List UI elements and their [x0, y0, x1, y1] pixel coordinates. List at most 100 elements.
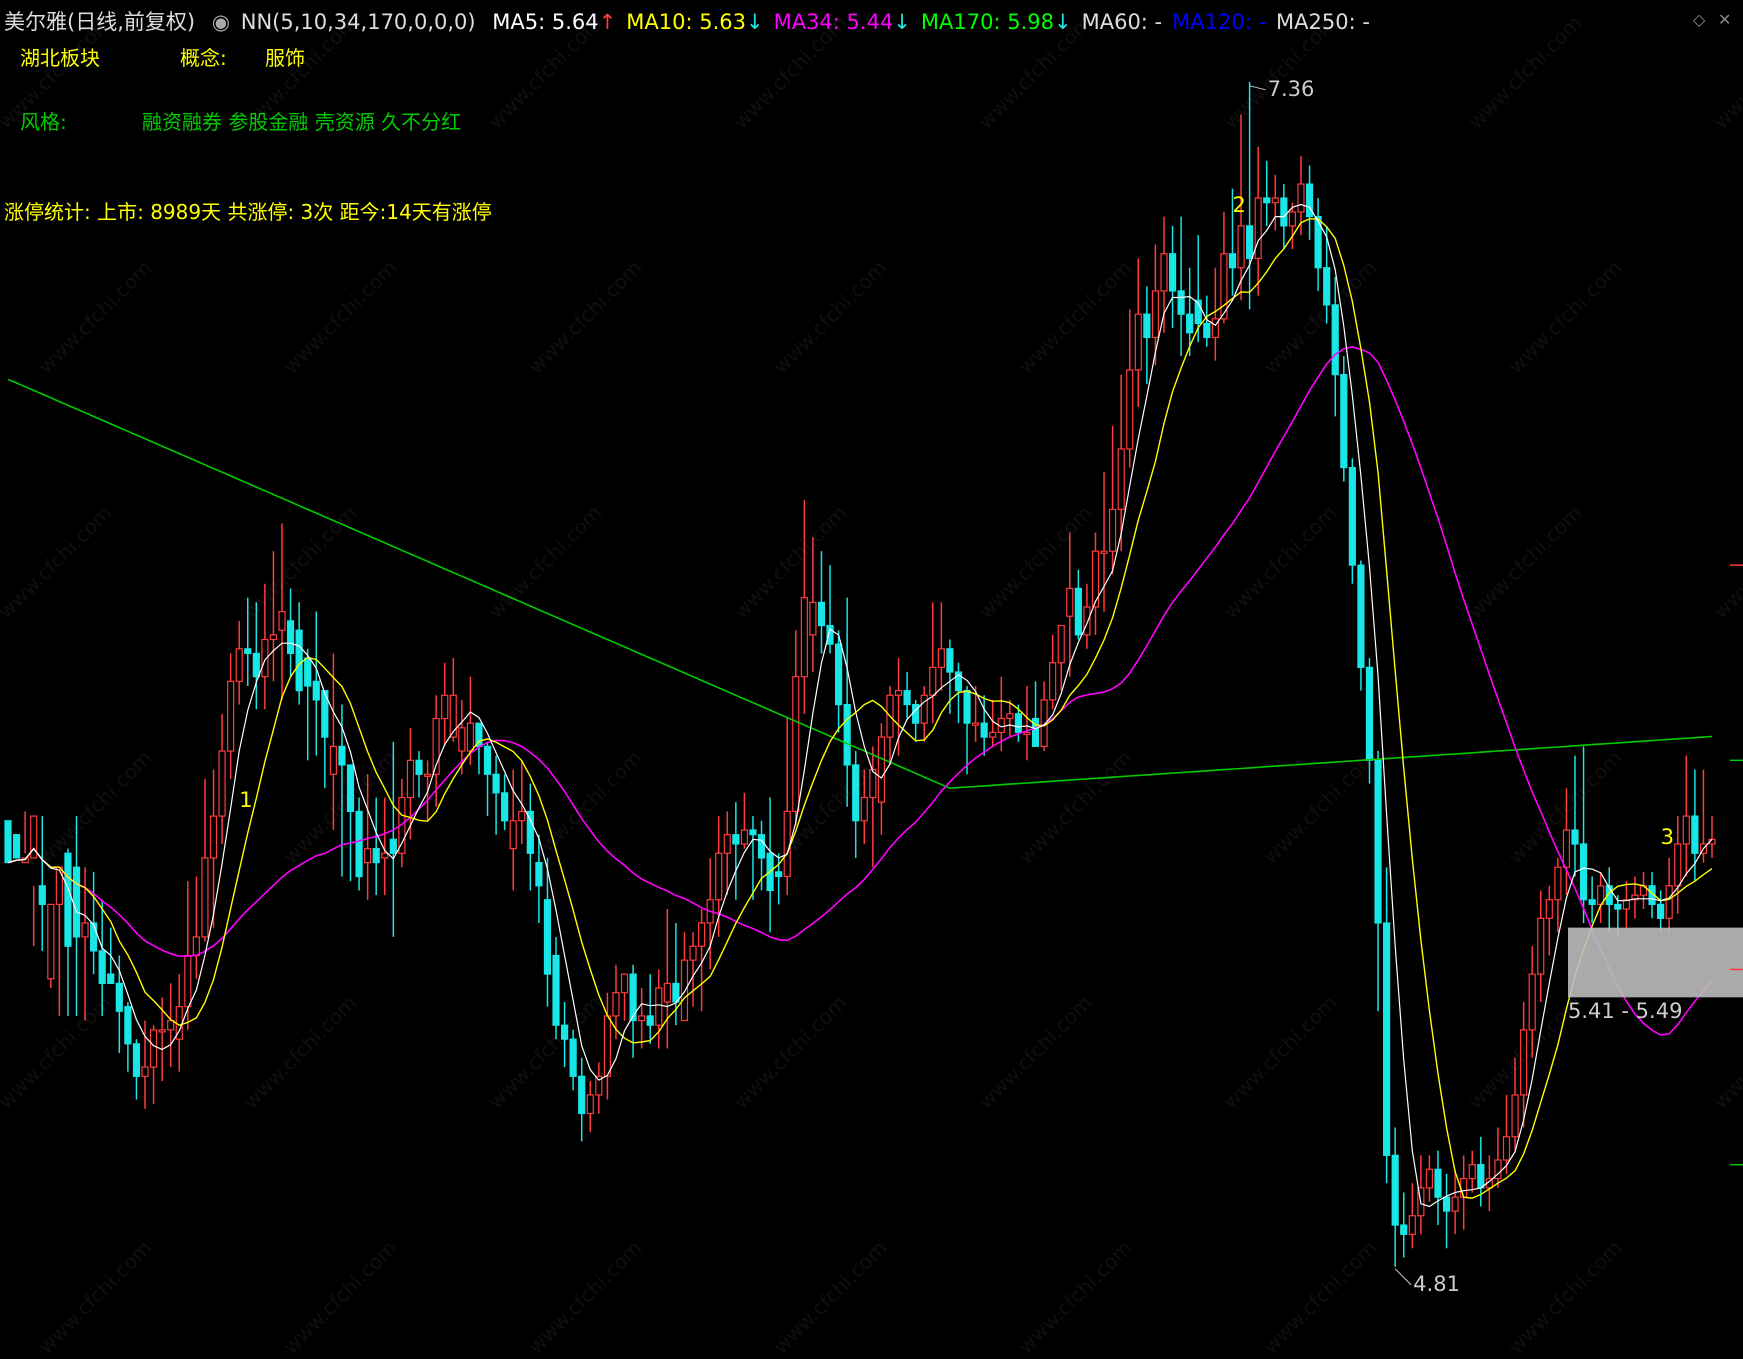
candle-body	[149, 1029, 158, 1068]
candle-body	[1228, 253, 1237, 269]
candle-body	[1434, 1168, 1442, 1198]
candle-body	[218, 750, 226, 817]
candle-body	[1511, 1094, 1519, 1138]
candle-body	[1023, 731, 1031, 736]
candle-body	[792, 676, 800, 813]
candle-body	[441, 694, 449, 720]
candle-body	[304, 657, 312, 687]
candle-body	[518, 810, 526, 822]
candle-body	[1237, 225, 1245, 269]
candle-body	[894, 690, 903, 696]
candle-body	[1254, 197, 1262, 260]
candle-body	[1177, 290, 1185, 315]
candle-body	[381, 852, 389, 859]
candle-body	[1691, 815, 1699, 854]
candle-body	[552, 954, 560, 1026]
candle-body	[90, 922, 98, 952]
candle-body	[295, 629, 303, 692]
candle-body	[1365, 666, 1374, 761]
ma-item: MA60: -	[1081, 10, 1163, 34]
candle-body	[1160, 253, 1168, 292]
concept-label: 概念:	[180, 46, 227, 70]
header-bar: 美尔雅(日线,前复权) ◉ NN(5,10,34,170,0,0,0) MA5:…	[4, 6, 1390, 36]
candle-body	[655, 987, 663, 1026]
candle-body	[124, 1006, 132, 1045]
candle-body	[1682, 815, 1690, 845]
candle-body	[1408, 1215, 1416, 1235]
candle-body	[269, 634, 278, 641]
candle-body	[1126, 369, 1134, 450]
candle-body	[1562, 829, 1571, 868]
candle-body	[1383, 922, 1391, 1156]
candle-body	[1186, 313, 1194, 334]
candle-body	[603, 1015, 611, 1077]
candle-body	[158, 1029, 166, 1033]
candle-body	[501, 792, 509, 822]
candle-body	[1674, 843, 1682, 887]
candle-body	[184, 954, 192, 1008]
candle-body	[586, 1094, 594, 1115]
candle-body	[663, 982, 671, 1003]
style-value: 融资融券 参股金融 壳资源 久不分红	[142, 110, 462, 134]
candle-body	[989, 731, 997, 738]
ma-arrow-icon: ↓	[893, 10, 911, 34]
candle-body	[235, 648, 243, 682]
candle-body	[1554, 866, 1562, 901]
candle-body	[312, 680, 320, 701]
candle-body	[800, 597, 808, 678]
candle-body	[355, 810, 363, 878]
candle-body	[389, 838, 397, 854]
ma-values: MA5: 5.64↑ MA10: 5.63↓ MA34: 5.44↓ MA170: 5…	[492, 10, 1380, 34]
candle-body	[458, 727, 466, 752]
candle-body	[980, 722, 988, 738]
candle-body	[483, 745, 492, 775]
indicator-icon[interactable]: ◉	[212, 10, 230, 34]
candle-body	[963, 690, 971, 724]
candle-body	[1614, 903, 1622, 910]
candle-body	[98, 950, 106, 984]
close-icon[interactable]: ✕	[1718, 10, 1731, 29]
candle-body	[244, 648, 252, 655]
candle-body	[732, 834, 740, 845]
candle-body	[680, 959, 689, 1022]
candle-body	[1117, 448, 1125, 510]
candle-body	[1665, 885, 1673, 919]
candle-body	[209, 815, 218, 859]
candle-body	[946, 648, 954, 673]
candle-body	[38, 885, 46, 905]
candle-body	[286, 620, 295, 655]
marker-label: 3	[1661, 825, 1674, 849]
candle-body	[920, 694, 928, 724]
candle-body	[1049, 662, 1057, 701]
candle-body	[492, 773, 500, 794]
candle-body	[1571, 829, 1579, 845]
candle-body	[115, 982, 123, 1012]
candle-body	[1477, 1164, 1485, 1189]
candle-body	[12, 834, 21, 859]
candle-body	[1246, 225, 1254, 260]
candle-body	[1460, 1177, 1468, 1198]
candle-body	[1579, 843, 1588, 901]
candle-body	[1134, 313, 1142, 371]
candle-body	[192, 936, 200, 957]
candle-body	[809, 601, 817, 636]
candle-body	[1280, 197, 1288, 227]
candle-body	[903, 690, 911, 706]
candle-body	[1391, 1154, 1399, 1226]
candle-body	[55, 866, 63, 905]
candle-body	[47, 903, 55, 980]
candle-body	[543, 899, 552, 975]
candle-body	[834, 643, 843, 706]
candle-body	[338, 745, 346, 766]
candle-body	[406, 759, 415, 799]
ma-arrow-icon: ↓	[745, 10, 764, 34]
candle-body	[826, 624, 834, 645]
diamond-icon[interactable]: ◇	[1693, 10, 1705, 29]
candle-body	[1288, 211, 1297, 227]
candle-body	[1151, 290, 1160, 339]
candle-body	[4, 820, 12, 864]
candle-body	[620, 973, 629, 994]
candle-body	[1502, 1136, 1511, 1161]
candle-body	[1425, 1168, 1434, 1189]
candle-body	[937, 648, 945, 668]
